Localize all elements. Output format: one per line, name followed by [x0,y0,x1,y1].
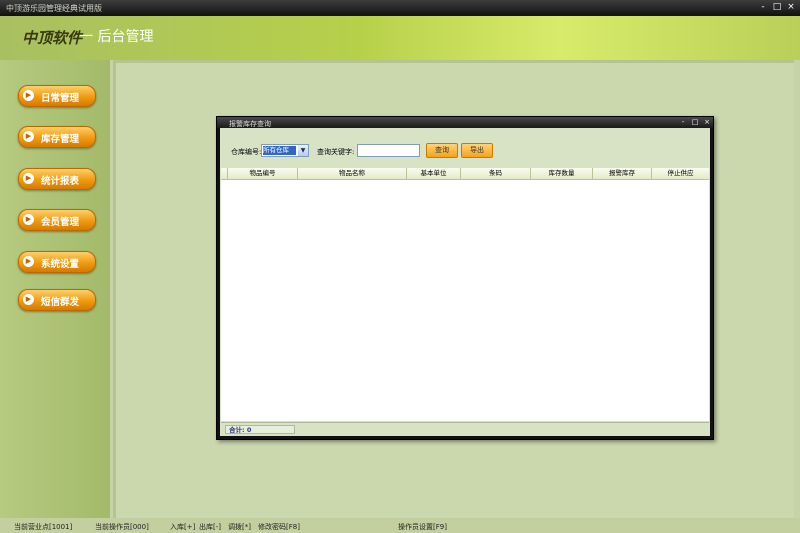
keyword-label: 查询关键字: [317,148,355,156]
column-header[interactable]: 物品名称 [298,168,407,179]
nav-label: 会员管理 [41,217,80,228]
play-icon: ▶ [23,294,34,305]
status-operator-settings[interactable]: 操作员设置[F9] [398,522,447,532]
close-button[interactable]: × [785,2,797,13]
status-business-point: 当前营业点[1001] [14,523,73,531]
maximize-button[interactable]: □ [771,2,783,13]
dialog-close-button[interactable]: × [701,117,713,128]
warehouse-label: 仓库编号: [231,148,262,156]
nav-member-management[interactable]: ▶ 会员管理 [18,209,96,231]
dialog-minimize-button[interactable]: - [677,117,689,128]
window-title: 中顶游乐园管理经典试用版 [6,4,102,13]
brand-logo-text: 中顶软件 [22,29,83,47]
column-header[interactable]: 条码 [461,168,531,179]
total-count: 合计: 0 [225,425,295,434]
nav-system-settings[interactable]: ▶ 系统设置 [18,251,96,273]
nav-sms-broadcast[interactable]: ▶ 短信群发 [18,289,96,311]
warehouse-select[interactable]: 所有仓库 ▼ [261,144,309,157]
play-icon: ▶ [23,256,34,267]
status-change-password[interactable]: 修改密码[F8] [258,522,300,532]
query-toolbar: 仓库编号: 所有仓库 ▼ 查询关键字: 查询 导出 [220,128,710,168]
column-header[interactable]: 停止供应 [652,168,709,179]
status-stock-in[interactable]: 入库[+] [170,522,195,532]
chevron-down-icon[interactable]: ▼ [298,145,308,156]
nav-inventory-management[interactable]: ▶ 库存管理 [18,126,96,148]
grid-header: 物品编号 物品名称 基本单位 条码 库存数量 报警库存 停止供应 [221,168,709,180]
nav-label: 短信群发 [41,297,80,308]
dialog-body: 仓库编号: 所有仓库 ▼ 查询关键字: 查询 导出 物品编号 物品名称 基本单位… [220,128,710,436]
column-header[interactable]: 库存数量 [531,168,593,179]
nav-label: 统计报表 [41,176,80,187]
play-icon: ▶ [23,90,34,101]
window-titlebar: 中顶游乐园管理经典试用版 - □ × [0,0,800,16]
column-header[interactable]: 物品编号 [228,168,298,179]
header-subtitle: 一 后台管理 [79,29,154,45]
app-header: 中顶软件 一 后台管理 [0,16,800,60]
warehouse-select-value: 所有仓库 [263,146,296,155]
status-bar: 当前营业点[1001] 当前操作员[000] 入库[+] 出库[-] 调拨[*]… [0,518,800,533]
nav-daily-management[interactable]: ▶ 日常管理 [18,85,96,107]
play-icon: ▶ [23,173,34,184]
play-icon: ▶ [23,214,34,225]
dialog-titlebar[interactable]: 报警库存查询 - □ × [217,117,713,128]
row-indicator-header [221,168,228,179]
minimize-button[interactable]: - [757,2,769,13]
alarm-stock-dialog: 报警库存查询 - □ × 仓库编号: 所有仓库 ▼ 查询关键字: 查询 导出 物… [216,116,714,440]
grid-footer: 合计: 0 [221,422,709,436]
status-transfer[interactable]: 调拨[*] [228,522,251,532]
keyword-input[interactable] [357,144,420,157]
nav-label: 库存管理 [41,134,80,145]
column-header[interactable]: 报警库存 [593,168,652,179]
nav-label: 系统设置 [41,259,80,270]
stock-grid[interactable]: 物品编号 物品名称 基本单位 条码 库存数量 报警库存 停止供应 [221,168,709,421]
query-button[interactable]: 查询 [426,143,458,158]
status-stock-out[interactable]: 出库[-] [199,522,221,532]
export-button[interactable]: 导出 [461,143,493,158]
nav-statistics-reports[interactable]: ▶ 统计报表 [18,168,96,190]
dialog-maximize-button[interactable]: □ [689,117,701,128]
play-icon: ▶ [23,131,34,142]
nav-label: 日常管理 [41,93,80,104]
column-header[interactable]: 基本单位 [407,168,461,179]
status-operator: 当前操作员[000] [95,523,149,531]
